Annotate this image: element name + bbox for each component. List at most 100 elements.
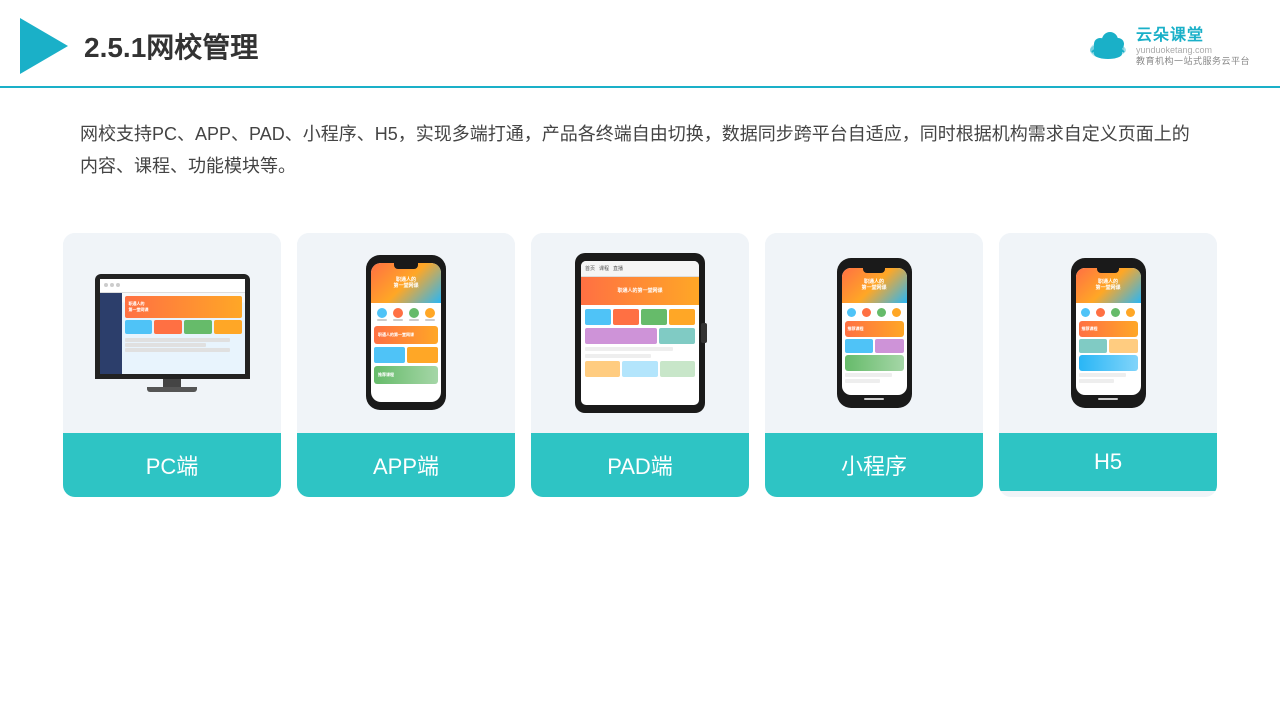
mini-banner-text: 职通人的第一堂网课: [861, 279, 886, 292]
phone-icon-item: [409, 308, 419, 321]
pad-block-e: [660, 361, 695, 377]
pad-screen-top: 首页课程直播: [581, 261, 699, 277]
pad-block-d: [622, 361, 657, 377]
h5-icon: [1111, 308, 1120, 317]
h5-banner-text: 职通人的第一堂网课: [1095, 279, 1120, 292]
phone-icon-label: [409, 319, 419, 321]
page-title: 2.5.1网校管理: [84, 26, 258, 66]
phone-icon-label: [393, 319, 403, 321]
h5-small-cards: [1079, 339, 1138, 353]
phone-icon-label: [377, 319, 387, 321]
mini-text-line: [845, 373, 892, 377]
pc-sidebar: [100, 293, 122, 374]
mini-screen-content: 推荐课程: [842, 303, 907, 386]
phone-banner-text: 职通人的第一堂网课: [393, 277, 418, 290]
h5-card-text: 推荐课程: [1082, 326, 1098, 332]
pad-banner-text: 职通人的第一堂网课: [617, 287, 662, 294]
phone-screen: 职通人的第一堂网课: [371, 263, 441, 402]
mini-screen-banner: 职通人的第一堂网课: [842, 268, 907, 303]
pad-block: [613, 309, 639, 325]
pad-main-content: [581, 305, 699, 381]
cloud-icon: [1086, 30, 1130, 62]
mini-icon: [877, 308, 886, 317]
mini-text-line-2: [845, 379, 880, 383]
card-h5-image: 职通人的第一堂网课 推荐课程: [999, 233, 1217, 433]
pad-row-3: [585, 361, 695, 377]
brand-name: 云朵课堂: [1136, 26, 1250, 45]
h5-device-mockup: 职通人的第一堂网课 推荐课程: [1071, 258, 1146, 408]
pad-device-mockup: 首页课程直播 职通人的第一堂网课: [575, 253, 705, 413]
card-pc-image: 职通人的第一堂网课: [63, 233, 281, 433]
phone-icons-row: [374, 306, 438, 323]
card-miniprogram: 职通人的第一堂网课 推荐课程: [765, 233, 983, 497]
mini-small-cards: [845, 339, 904, 353]
mini-icons-row: [845, 306, 904, 319]
card-app-image: 职通人的第一堂网课: [297, 233, 515, 433]
h5-text-line: [1079, 373, 1126, 377]
h5-phone-screen: 职通人的第一堂网课 推荐课程: [1076, 268, 1141, 395]
pad-text-row-2: [585, 354, 651, 358]
main-description: 网校支持PC、APP、PAD、小程序、H5，实现多端打通，产品各终端自由切换，数…: [80, 118, 1200, 183]
pad-button: [701, 323, 707, 343]
pad-screen-nav: 首页课程直播: [585, 265, 623, 272]
pad-block-sm: [659, 328, 695, 344]
pad-screen: 首页课程直播 职通人的第一堂网课: [581, 261, 699, 405]
miniprogram-device-mockup: 职通人的第一堂网课 推荐课程: [837, 258, 912, 408]
phone-small-cards: [374, 347, 438, 363]
header-right: 云朵课堂 yunduoketang.com 教育机构一站式服务云平台: [1086, 26, 1250, 67]
pc-banner: 职通人的第一堂网课: [125, 296, 242, 318]
card-pc-label: PC端: [63, 433, 281, 497]
pad-text-row: [585, 347, 673, 351]
brand-url: yunduoketang.com: [1136, 45, 1250, 56]
mini-icon: [892, 308, 901, 317]
h5-phone-notch: [1097, 268, 1119, 273]
brand-tagline: 教育机构一站式服务云平台: [1136, 56, 1250, 67]
mini-phone-screen: 职通人的第一堂网课 推荐课程: [842, 268, 907, 395]
h5-text-line-2: [1079, 379, 1114, 383]
h5-card-1: 推荐课程: [1079, 321, 1138, 337]
pc-nav-dot: [110, 283, 114, 287]
card-pad: 首页课程直播 职通人的第一堂网课: [531, 233, 749, 497]
h5-screen-content: 推荐课程: [1076, 303, 1141, 386]
mini-icon: [862, 308, 871, 317]
phone-icon-circle: [425, 308, 435, 318]
cards-container: 职通人的第一堂网课: [0, 213, 1280, 517]
phone-icon-item: [425, 308, 435, 321]
brand-logo: 云朵课堂 yunduoketang.com 教育机构一站式服务云平台: [1086, 26, 1250, 67]
mini-icon: [847, 308, 856, 317]
pc-nav-dot: [116, 283, 120, 287]
pc-device-mockup: 职通人的第一堂网课: [95, 274, 250, 392]
phone-notch: [394, 263, 418, 269]
card-pc: 职通人的第一堂网课: [63, 233, 281, 497]
phone-icon-item: [377, 308, 387, 321]
pad-block: [585, 309, 611, 325]
card-pad-image: 首页课程直播 职通人的第一堂网课: [531, 233, 749, 433]
pc-banner-text: 职通人的第一堂网课: [129, 301, 149, 313]
phone-card-item-2: 推荐课程: [374, 366, 438, 384]
pc-mini-card: [214, 320, 242, 334]
h5-icon: [1081, 308, 1090, 317]
h5-icon: [1096, 308, 1105, 317]
brand-text: 云朵课堂 yunduoketang.com 教育机构一站式服务云平台: [1136, 26, 1250, 67]
card-h5-label: H5: [999, 433, 1217, 491]
mini-small-card: [845, 339, 874, 353]
phone-screen-banner: 职通人的第一堂网课: [371, 263, 441, 303]
mini-card-2: [845, 355, 904, 371]
pad-block-large: [585, 328, 657, 344]
phone-content: 职通人的第一堂网课 推荐课程: [371, 303, 441, 388]
pc-cards-row: [125, 320, 242, 334]
pc-mini-card: [125, 320, 153, 334]
pc-row-line: [125, 343, 207, 347]
pc-base: [147, 387, 197, 392]
pad-block: [641, 309, 667, 325]
h5-separator-line: [1098, 398, 1118, 400]
mini-small-card: [875, 339, 904, 353]
h5-icon: [1126, 308, 1135, 317]
phone-icon-circle: [377, 308, 387, 318]
pc-rows: [125, 338, 242, 352]
phone-icon-item: [393, 308, 403, 321]
card-app-label: APP端: [297, 433, 515, 497]
pc-row-line: [125, 348, 230, 352]
pad-block: [669, 309, 695, 325]
pc-content-area: 职通人的第一堂网课: [100, 293, 245, 374]
